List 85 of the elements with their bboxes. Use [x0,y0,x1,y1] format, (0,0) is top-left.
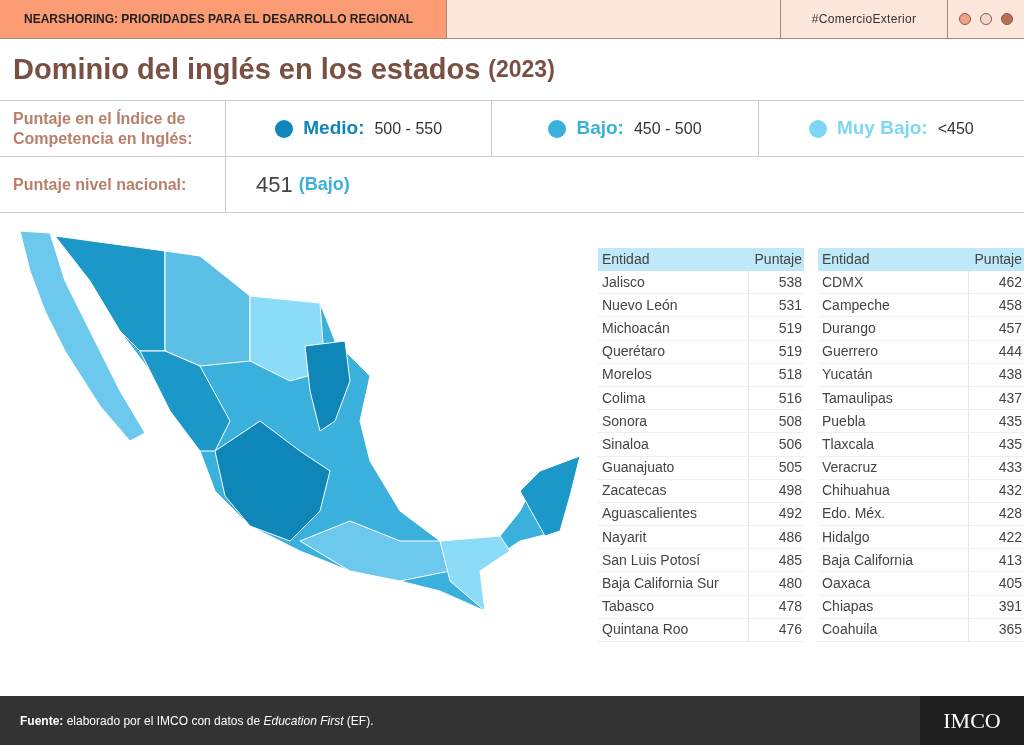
legend-label: Puntaje en el Índice de Competencia en Inglés: [0,101,226,156]
source-note: Fuente: elaborado por el IMCO con datos de Education First (EF). [19,712,375,730]
column-header: Entidad [601,250,651,269]
table-cell-text: Guerrero [821,342,880,362]
table-cell: 485 [748,549,804,572]
table-cell: 516 [748,386,804,410]
table-cell: 428 [968,502,1024,526]
table-cell: 505 [748,456,804,479]
table-cell-text: Veracruz [821,458,879,478]
table-cell-text: Colima [601,388,647,408]
table-cell: 478 [748,595,804,618]
legend-name: Bajo: [576,116,624,141]
table-cell-text: Guanajuato [601,458,676,478]
section-label: NEARSHORING: PRIORIDADES PARA EL DESARROLLO REGIONAL [0,0,447,38]
table-cell: 444 [968,340,1024,363]
table-cell: 437 [968,386,1024,410]
table-cell-text: CDMX [821,272,865,292]
national-score: 451 [256,171,293,199]
legend-range: <450 [937,118,974,139]
table-cell: 486 [748,526,804,549]
table-cell: 492 [748,502,804,526]
table-cell-text: Oaxaca [821,574,872,594]
table-cell: 432 [968,479,1024,502]
table-cell: 498 [748,479,804,502]
table-cell: 531 [748,294,804,317]
legend-range: 450 - 500 [633,118,702,139]
column-header: Puntaje [753,250,803,269]
legend-name: Medio: [303,116,365,141]
table-cell-text: Tamaulipas [821,388,894,408]
table-cell-text: Morelos [601,365,653,385]
table-cell-text: Edo. Méx. [821,504,887,524]
table-cell-text: Yucatán [821,365,874,385]
table-cell-text: Quintana Roo [601,620,690,640]
table-cell-text: Hidalgo [821,527,871,547]
table-cell: 508 [748,410,804,433]
national-label: Puntaje nivel nacional: [0,157,226,212]
table-cell: 457 [968,317,1024,340]
table-cell-text: Baja California [821,550,915,570]
table-cell-text: Campeche [821,295,891,315]
imco-logo: IMCO [943,707,1001,735]
table-cell-text: Aguascalientes [601,504,698,524]
hashtag-label: #ComercioExterior [780,0,948,38]
table-cell: 365 [968,618,1024,641]
table-cell: 518 [748,363,804,386]
table-cell-text: Nuevo León [601,295,679,315]
table-cell-text: Durango [821,318,877,338]
table-cell: 458 [968,294,1024,317]
table-cell-text: Sinaloa [601,434,650,454]
table-cell: 476 [748,618,804,641]
table-cell: 462 [968,271,1024,294]
table-cell-text: Querétaro [601,342,667,362]
table-cell: 405 [968,572,1024,595]
table-cell-text: Coahuila [821,620,879,640]
table-cell-text: Tlaxcala [821,434,876,454]
table-cell: 438 [968,363,1024,386]
table-cell-text: Nayarit [601,527,648,547]
national-level: (Bajo) [298,173,350,196]
table-cell: 519 [748,317,804,340]
table-cell-text: Zacatecas [601,481,668,501]
table-cell-text: Chihuahua [821,481,891,501]
table-cell-text: Jalisco [601,272,646,292]
table-cell-text: Tabasco [601,597,656,617]
table-cell: 506 [748,433,804,456]
table-cell-text: San Luis Potosí [601,550,702,570]
table-cell-text: Puebla [821,411,867,431]
table-cell: 435 [968,410,1024,433]
table-cell: 433 [968,456,1024,479]
table-cell: 538 [748,271,804,294]
page-title: Dominio del inglés en los estados [13,51,481,87]
column-header: Entidad [821,250,871,269]
legend-range: 500 - 550 [374,118,443,139]
dots-icon [958,12,1014,26]
legend-name: Muy Bajo: [836,116,928,141]
table-cell: 480 [748,572,804,595]
table-cell-text: Baja California Sur [601,574,720,594]
table-cell: 413 [968,549,1024,572]
table-cell: 435 [968,433,1024,456]
table-cell: 391 [968,595,1024,618]
table-cell-text: Sonora [601,411,649,431]
column-header: Puntaje [973,250,1023,269]
title-year: (2023) [488,55,555,85]
table-cell-text: Chiapas [821,597,875,617]
table-cell: 422 [968,526,1024,549]
table-cell-text: Michoacán [601,318,671,338]
table-cell: 519 [748,340,804,363]
